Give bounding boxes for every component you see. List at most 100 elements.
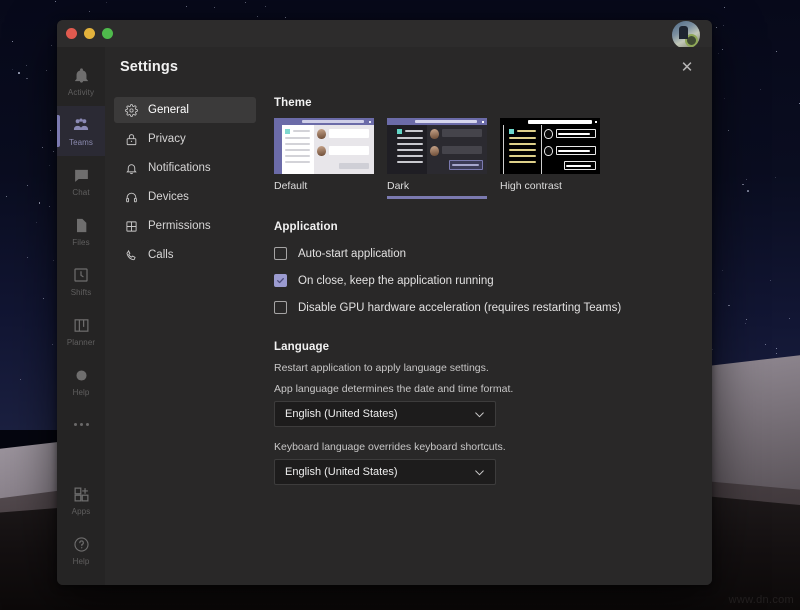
theme-section: Theme [274, 97, 692, 199]
sidebar-item-devices[interactable]: Devices [114, 184, 256, 210]
permissions-icon [124, 219, 138, 233]
sidebar-item-privacy[interactable]: Privacy [114, 126, 256, 152]
rail-item-teams[interactable]: Teams [57, 106, 105, 156]
clock-icon [73, 266, 89, 285]
star [742, 184, 744, 186]
auto-start-checkbox[interactable] [274, 247, 287, 260]
star [6, 196, 7, 197]
star [722, 49, 723, 50]
close-icon[interactable]: ✕ [676, 56, 698, 78]
star [12, 69, 13, 70]
theme-label-high-contrast: High contrast [500, 180, 600, 195]
page-title: Settings [120, 59, 178, 75]
application-section-title: Application [274, 221, 692, 233]
apps-icon [73, 485, 90, 504]
bell-icon [73, 66, 90, 85]
theme-option-default[interactable]: Default [274, 118, 374, 199]
rail-item-files[interactable]: Files [57, 206, 105, 256]
window-body: Activity Teams Chat Files [57, 47, 712, 585]
settings-nav: General Privacy Notifications [105, 87, 260, 585]
settings-header: Settings ✕ [105, 47, 712, 87]
sidebar-item-notifications[interactable]: Notifications [114, 155, 256, 181]
rail-item-apps[interactable]: Apps [57, 475, 105, 525]
star [43, 298, 44, 299]
theme-options: Default [274, 118, 692, 199]
keep-running-checkbox[interactable] [274, 274, 287, 287]
checkbox-row-auto-start[interactable]: Auto-start application [274, 242, 692, 265]
sidebar-item-label: Devices [148, 191, 189, 203]
theme-option-dark[interactable]: Dark [387, 118, 487, 199]
window-titlebar [57, 20, 712, 47]
rail-item-planner[interactable]: Planner [57, 306, 105, 356]
bell-icon [124, 161, 138, 175]
rail-label-help-top: Help [73, 388, 90, 397]
star [186, 6, 187, 7]
sidebar-item-label: Notifications [148, 162, 211, 174]
star [770, 280, 771, 281]
star [728, 130, 729, 131]
star [776, 348, 777, 349]
star [42, 147, 43, 148]
theme-option-high-contrast[interactable]: High contrast [500, 118, 600, 199]
window-close-button[interactable] [66, 28, 77, 39]
restart-hint: Restart application to apply language se… [274, 362, 692, 374]
star [760, 89, 761, 90]
rail-label-shifts: Shifts [71, 288, 92, 297]
teams-window: Activity Teams Chat Files [57, 20, 712, 585]
sidebar-item-calls[interactable]: Calls [114, 242, 256, 268]
window-maximize-button[interactable] [102, 28, 113, 39]
sidebar-item-permissions[interactable]: Permissions [114, 213, 256, 239]
star [746, 319, 747, 320]
star [49, 206, 50, 207]
disable-gpu-checkbox[interactable] [274, 301, 287, 314]
rail-item-shifts[interactable]: Shifts [57, 256, 105, 306]
rail-more-button[interactable] [57, 406, 105, 442]
settings-dialog: Settings ✕ General [105, 47, 712, 585]
window-minimize-button[interactable] [84, 28, 95, 39]
star [27, 257, 28, 258]
checkbox-row-keep-running[interactable]: On close, keep the application running [274, 269, 692, 292]
star [50, 130, 51, 131]
application-section: Application Auto-start application On cl… [274, 221, 692, 319]
sidebar-item-label: Permissions [148, 220, 211, 232]
star [257, 16, 258, 17]
star [26, 65, 27, 66]
avatar[interactable] [672, 21, 700, 49]
rail-item-activity[interactable]: Activity [57, 56, 105, 106]
planner-icon [73, 316, 90, 335]
app-language-value: English (United States) [285, 408, 398, 420]
theme-underline-high-contrast [500, 196, 600, 199]
rail-item-help-top[interactable]: Help [57, 356, 105, 406]
theme-thumbnail-high-contrast [500, 118, 600, 174]
sidebar-item-label: Privacy [148, 133, 186, 145]
star [714, 293, 715, 294]
star [723, 25, 724, 26]
checkbox-label: Auto-start application [298, 248, 406, 260]
star [775, 177, 776, 178]
star [746, 179, 747, 180]
help-icon [76, 366, 87, 385]
theme-thumbnail-dark [387, 118, 487, 174]
keyboard-language-label: Keyboard language overrides keyboard sho… [274, 441, 692, 453]
checkbox-row-disable-gpu[interactable]: Disable GPU hardware acceleration (requi… [274, 296, 692, 319]
phone-icon [124, 248, 138, 262]
star [265, 6, 267, 8]
language-section: Language Restart application to apply la… [274, 341, 692, 485]
app-language-select[interactable]: English (United States) [274, 401, 496, 427]
chat-icon [73, 166, 90, 185]
rail-bottom-group: Apps Help [57, 475, 105, 585]
rail-item-help[interactable]: Help [57, 525, 105, 575]
star [722, 270, 723, 271]
people-icon [72, 116, 90, 135]
star [27, 185, 28, 186]
keyboard-language-select[interactable]: English (United States) [274, 459, 496, 485]
sidebar-item-general[interactable]: General [114, 97, 256, 123]
star [285, 17, 286, 18]
star [46, 70, 47, 71]
star [18, 72, 20, 74]
rail-item-chat[interactable]: Chat [57, 156, 105, 206]
theme-thumbnail-default [274, 118, 374, 174]
rail-label-apps: Apps [72, 507, 91, 516]
star [53, 260, 55, 262]
language-section-title: Language [274, 341, 692, 353]
